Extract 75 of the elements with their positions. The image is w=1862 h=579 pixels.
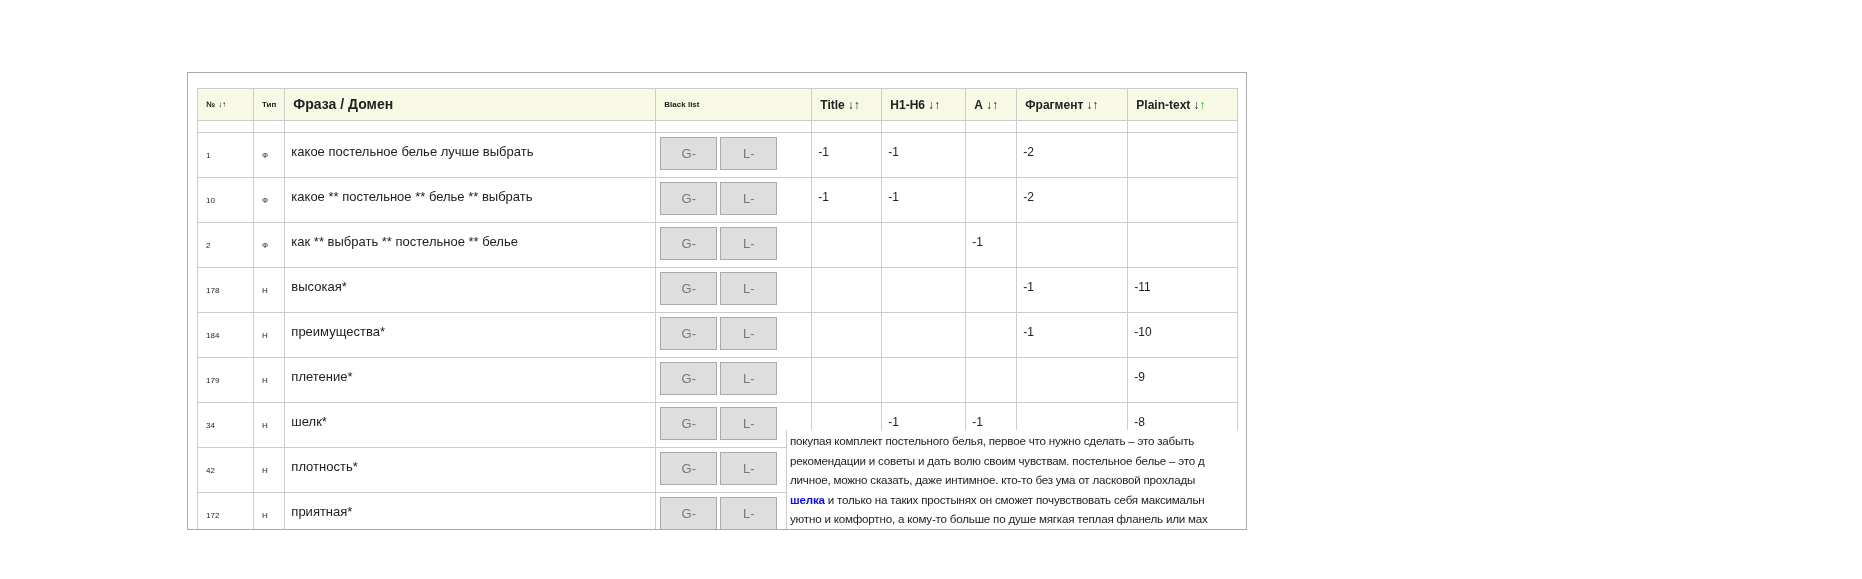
row-type: Н — [262, 286, 268, 295]
phrase-text: как ** выбрать ** постельное ** белье — [291, 234, 518, 249]
blacklist-button[interactable]: G- — [660, 272, 718, 305]
blacklist-button[interactable]: L- — [720, 182, 778, 215]
score-cell: -9 — [1134, 370, 1145, 384]
blacklist-button[interactable]: G- — [660, 182, 718, 215]
column-header[interactable]: Title ↓↑ — [811, 88, 882, 121]
phrase-text: плотность* — [291, 459, 358, 474]
score-cell: -1 — [818, 190, 829, 204]
score-cell: -1 — [888, 190, 899, 204]
score-cell: -8 — [1134, 415, 1145, 429]
preview-text: рекомендации и советы и дать волю своим чувствам. постельное белье – это д — [790, 453, 1205, 467]
preview-text: личное, можно сказать, даже интимное. кто-то без ума от ласковой прохлады — [790, 473, 1196, 486]
blacklist-button[interactable]: G- — [660, 317, 718, 350]
blacklist-button[interactable]: L- — [720, 362, 778, 395]
row-number: 2 — [206, 241, 211, 250]
phrase-text: высокая* — [291, 279, 347, 294]
row-number: 1 — [206, 151, 211, 160]
keyword-link[interactable]: шелка — [790, 492, 825, 506]
row-type: Н — [262, 331, 268, 340]
score-cell: -1 — [972, 235, 983, 249]
phrase-text: какое постельное белье лучше выбрать — [291, 144, 534, 159]
phrase-text: приятная* — [291, 504, 353, 519]
blacklist-button[interactable]: G- — [660, 137, 718, 170]
score-cell: -1 — [818, 145, 829, 159]
column-header[interactable]: Plain-text ↓↑ — [1127, 88, 1238, 121]
column-header[interactable]: Фрагмент ↓↑ — [1016, 88, 1128, 121]
row-type: Н — [262, 511, 268, 520]
column-header[interactable]: A ↓↑ — [965, 88, 1017, 121]
row-number: 10 — [206, 196, 215, 205]
blacklist-button[interactable]: G- — [660, 407, 718, 440]
score-cell: -10 — [1134, 325, 1152, 339]
row-type: Ф — [262, 241, 269, 250]
blacklist-button[interactable]: L- — [720, 452, 778, 485]
blacklist-button[interactable]: G- — [660, 227, 718, 260]
blacklist-button[interactable]: G- — [660, 362, 718, 395]
column-header: Black list — [655, 88, 812, 121]
phrase-text: преимущества* — [291, 324, 385, 339]
row-number: 184 — [206, 331, 220, 340]
score-cell: -1 — [888, 415, 899, 429]
blacklist-button[interactable]: G- — [660, 497, 718, 529]
blacklist-button[interactable]: G- — [660, 452, 718, 485]
phrase-text: какое ** постельное ** белье ** выбрать — [291, 189, 533, 204]
blacklist-button[interactable]: L- — [720, 407, 778, 440]
blacklist-button[interactable]: L- — [720, 497, 778, 529]
column-header[interactable]: H1-H6 ↓↑ — [881, 88, 966, 121]
row-number: 34 — [206, 421, 215, 430]
blacklist-button[interactable]: L- — [720, 227, 778, 260]
phrase-text: шелк* — [291, 414, 327, 429]
blacklist-button[interactable]: L- — [720, 137, 778, 170]
score-cell: -2 — [1023, 145, 1034, 159]
row-type: Ф — [262, 151, 269, 160]
preview-text: покупая комплект постельного белья, первое что нужно сделать – это забыть — [790, 434, 1195, 447]
column-header: Тип — [253, 88, 285, 121]
blacklist-button[interactable]: L- — [720, 317, 778, 350]
score-cell: -1 — [1023, 280, 1034, 294]
blacklist-button[interactable]: L- — [720, 272, 778, 305]
score-cell: -1 — [888, 145, 899, 159]
score-cell: -1 — [1023, 325, 1034, 339]
row-type: Н — [262, 421, 268, 430]
row-type: Ф — [262, 196, 269, 205]
row-number: 172 — [206, 511, 220, 520]
column-header: Фраза / Домен — [284, 88, 656, 121]
phrase-text: плетение* — [291, 369, 353, 384]
row-number: 178 — [206, 286, 220, 295]
score-cell: -1 — [972, 415, 983, 429]
row-number: 179 — [206, 376, 220, 385]
row-type: Н — [262, 466, 268, 475]
row-number: 42 — [206, 466, 215, 475]
preview-text: уютно и комфортно, а кому-то больше по душе мягкая теплая фланель или мах — [790, 512, 1208, 525]
score-cell: -11 — [1134, 280, 1151, 294]
preview-text: и только на таких простынях он сможет почувствовать себя максимальн — [826, 492, 1205, 506]
score-cell: -2 — [1023, 190, 1034, 204]
column-header[interactable]: № ↓↑ — [197, 88, 254, 121]
row-type: Н — [262, 376, 268, 385]
